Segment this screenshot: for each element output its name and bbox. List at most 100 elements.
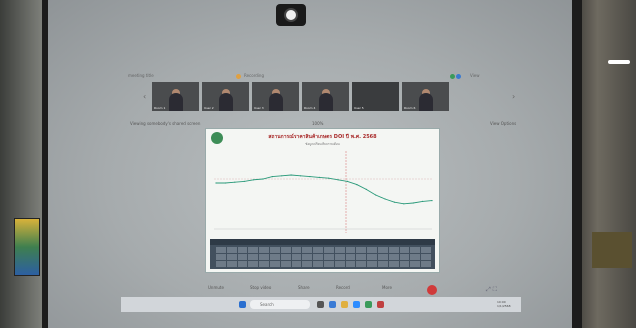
more-button[interactable]: More	[382, 285, 392, 290]
table-cell	[291, 247, 302, 253]
participant-tile[interactable]: Room 4	[302, 82, 349, 111]
table-cell	[345, 254, 356, 260]
view-options-button[interactable]: View Options	[490, 121, 516, 126]
wall-poster	[14, 218, 40, 276]
info-icon[interactable]	[456, 74, 461, 79]
table-cell	[399, 247, 410, 253]
table-cell	[388, 261, 399, 267]
participant-strip: Room 1 User 2 User 3 Room 4 User 5 Room …	[152, 82, 449, 111]
meeting-controls: Unmute Stop video Share Record More	[128, 283, 448, 295]
next-page-icon[interactable]: ›	[512, 92, 515, 101]
table-cell	[324, 261, 334, 267]
table-cell	[378, 254, 388, 260]
table-cell	[410, 247, 421, 253]
table-cell	[313, 247, 323, 253]
share-button[interactable]: Share	[298, 285, 310, 290]
table-cell	[345, 247, 356, 253]
table-cell	[237, 261, 248, 267]
task-view-icon[interactable]	[317, 301, 324, 308]
unmute-button[interactable]: Unmute	[208, 285, 224, 290]
table-cell	[313, 261, 323, 267]
windows-taskbar: Search 10:00 1/1/2568	[121, 297, 521, 312]
participant-tile[interactable]: User 5	[352, 82, 399, 111]
data-point	[290, 174, 292, 176]
data-point	[243, 180, 245, 182]
start-icon[interactable]	[239, 301, 246, 308]
data-point	[271, 176, 273, 178]
prev-page-icon[interactable]: ‹	[143, 92, 146, 101]
view-button[interactable]: View	[470, 73, 480, 78]
data-point	[422, 200, 424, 202]
table-cell	[345, 261, 356, 267]
participant-tile[interactable]: User 2	[202, 82, 249, 111]
data-point	[412, 202, 414, 204]
table-header	[210, 239, 435, 245]
data-point	[281, 175, 283, 177]
table-cell	[237, 254, 248, 260]
data-point	[375, 194, 377, 196]
table-cell	[399, 254, 410, 260]
series-line	[216, 174, 433, 205]
table-cell	[421, 254, 431, 260]
fullscreen-icon[interactable]: ⤢ ⛶	[486, 286, 497, 294]
data-point	[393, 201, 396, 203]
participant-tile[interactable]: Room 1	[152, 82, 199, 111]
table-cell	[280, 261, 291, 267]
record-button[interactable]: Record	[336, 285, 350, 290]
data-point	[365, 188, 367, 190]
table-cell	[270, 254, 280, 260]
table-cell	[410, 254, 421, 260]
edge-icon[interactable]	[329, 301, 336, 308]
participant-tile[interactable]: User 3	[252, 82, 299, 111]
taskbar-search[interactable]: Search	[250, 300, 310, 309]
table-cell	[270, 261, 280, 267]
table-cell	[334, 261, 345, 267]
table-cell	[259, 261, 269, 267]
recording-label: Recording	[244, 73, 265, 78]
zoom-app-icon[interactable]	[353, 301, 360, 308]
data-point	[224, 182, 226, 184]
shared-slide: สถานการณ์ราคาสินค้าเกษตร DOI ปี พ.ศ. 256…	[205, 128, 440, 273]
table-cell	[216, 254, 226, 260]
data-point	[252, 179, 255, 181]
table-cell	[237, 247, 248, 253]
participant-tile[interactable]: Room 6	[402, 82, 449, 111]
data-point	[403, 203, 405, 205]
meeting-topbar: meeting title Recording View	[128, 73, 524, 81]
leave-button[interactable]	[427, 285, 437, 295]
camera-icon	[276, 4, 306, 26]
clock: 10:00 1/1/2568	[497, 300, 511, 308]
data-point	[384, 198, 386, 200]
table-cell	[421, 261, 431, 267]
security-icon[interactable]	[450, 74, 455, 79]
video-button[interactable]: Stop video	[250, 285, 271, 290]
table-cell	[334, 247, 345, 253]
table-cell	[259, 247, 269, 253]
table-cell	[302, 247, 313, 253]
table-cell	[324, 254, 334, 260]
chrome-icon[interactable]	[365, 301, 372, 308]
table-cell	[216, 247, 226, 253]
table-cell	[388, 247, 399, 253]
folder-icon[interactable]	[341, 301, 348, 308]
record-indicator-icon	[236, 74, 241, 79]
data-point	[234, 181, 236, 183]
table-cell	[367, 247, 377, 253]
table-cell	[248, 254, 259, 260]
table-cell	[378, 247, 388, 253]
table-cell	[226, 247, 237, 253]
share-status: Viewing somebody's shared screen	[130, 121, 201, 126]
zoom-level[interactable]: 100%	[312, 121, 323, 126]
table-cell	[280, 254, 291, 260]
powerpoint-icon[interactable]	[377, 301, 384, 308]
table-cell	[302, 254, 313, 260]
table-cell	[378, 261, 388, 267]
screen-frame-right	[572, 0, 582, 328]
data-point	[299, 175, 302, 177]
table-cell	[367, 261, 377, 267]
table-cell	[356, 247, 367, 253]
table-cell	[334, 254, 345, 260]
data-point	[431, 200, 433, 202]
data-point	[215, 182, 217, 184]
table-cell	[248, 247, 259, 253]
